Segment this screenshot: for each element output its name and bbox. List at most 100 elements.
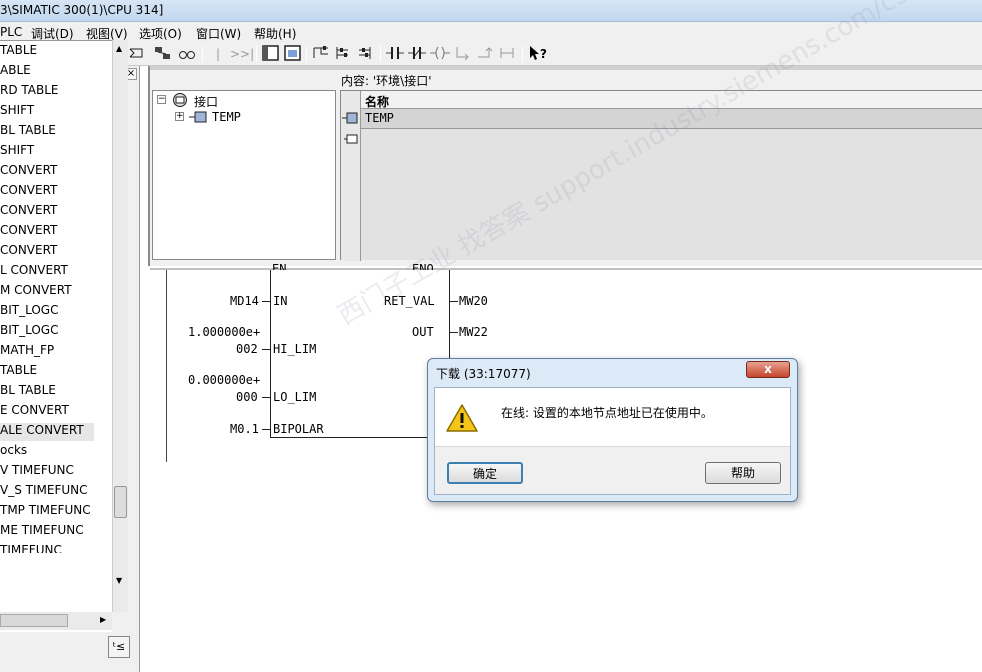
list-item[interactable]: ocks bbox=[0, 443, 27, 461]
interconnection-icon[interactable] bbox=[154, 45, 172, 63]
list-item[interactable]: ABLE bbox=[0, 63, 31, 81]
interface-tree: − 接口 + TEMP bbox=[152, 90, 336, 260]
close-branch-icon[interactable] bbox=[356, 45, 374, 63]
open-branch-icon[interactable] bbox=[334, 45, 352, 63]
toolbar-separator bbox=[522, 46, 523, 62]
box-connect-icon[interactable] bbox=[498, 45, 516, 63]
list-item[interactable]: TIMEFUNC bbox=[0, 543, 62, 553]
pin-en: EN bbox=[272, 262, 287, 270]
dialog-close-button[interactable]: x bbox=[746, 361, 790, 378]
operand-lo-lim-line2[interactable]: 000 bbox=[236, 390, 258, 404]
dialog-message: 在线: 设置的本地节点地址已在使用中。 bbox=[501, 406, 713, 420]
list-item[interactable]: BL TABLE bbox=[0, 123, 56, 141]
pin-in: IN bbox=[273, 294, 288, 308]
list-item[interactable]: E CONVERT bbox=[0, 403, 69, 421]
new-row-icon[interactable] bbox=[344, 133, 358, 148]
ok-button[interactable]: 确定 bbox=[447, 462, 523, 484]
scroll-down-arrow-icon[interactable]: ▼ bbox=[116, 576, 122, 585]
interface-icon bbox=[171, 92, 189, 111]
list-item[interactable]: CONVERT bbox=[0, 163, 57, 181]
tree-collapse-toggle[interactable]: − bbox=[157, 95, 166, 104]
dialog-body: 在线: 设置的本地节点地址已在使用中。 确定 帮助 bbox=[434, 387, 791, 495]
monitor-glasses-icon[interactable] bbox=[178, 45, 196, 63]
list-item[interactable]: V TIMEFUNC bbox=[0, 463, 74, 481]
operand-bipolar[interactable]: M0.1 bbox=[230, 422, 259, 436]
pin-line bbox=[450, 332, 458, 333]
list-item[interactable]: TABLE bbox=[0, 43, 37, 61]
operand-lo-lim-line1[interactable]: 0.000000e+ bbox=[188, 373, 260, 387]
warning-icon bbox=[445, 403, 479, 436]
list-item[interactable]: CONVERT bbox=[0, 223, 57, 241]
list-item[interactable]: TMP TIMEFUNC bbox=[0, 503, 91, 521]
overview-toggle-icon[interactable]: ᵗ≤ bbox=[108, 636, 130, 658]
operand-hi-lim-line1[interactable]: 1.000000e+ bbox=[188, 325, 260, 339]
operand-in[interactable]: MD14 bbox=[230, 294, 259, 308]
menu-options[interactable]: 选项(O) bbox=[139, 25, 182, 42]
toolbar-separator bbox=[306, 46, 307, 62]
dialog-footer: 确定 帮助 bbox=[435, 446, 790, 494]
left-list-vertical-scrollbar[interactable]: ▲ ▼ bbox=[112, 40, 128, 612]
list-item[interactable]: MATH_FP bbox=[0, 343, 54, 361]
scroll-right-arrow-icon[interactable]: ▶ bbox=[100, 615, 106, 624]
menu-plc[interactable]: PLC bbox=[0, 25, 22, 39]
list-item[interactable]: V_S TIMEFUNC bbox=[0, 483, 88, 501]
operand-ret-val[interactable]: MW20 bbox=[459, 294, 488, 308]
normally-closed-contact-icon[interactable] bbox=[408, 45, 426, 63]
pin-line bbox=[262, 397, 270, 398]
list-item[interactable]: CONVERT bbox=[0, 183, 57, 201]
dialog-title: 下载 (33:17077) bbox=[436, 367, 531, 381]
list-item[interactable]: BIT_LOGC bbox=[0, 303, 58, 321]
branch-up-icon[interactable] bbox=[476, 45, 494, 63]
jump-icon[interactable] bbox=[454, 45, 472, 63]
normally-open-contact-icon[interactable] bbox=[386, 45, 404, 63]
toolbar-separator bbox=[380, 46, 381, 62]
details-view-icon[interactable] bbox=[284, 45, 302, 63]
operand-hi-lim-line2[interactable]: 002 bbox=[236, 342, 258, 356]
list-item[interactable]: M CONVERT bbox=[0, 283, 72, 301]
list-item[interactable]: BL TABLE bbox=[0, 383, 56, 401]
help-button[interactable]: 帮助 bbox=[705, 462, 781, 484]
temp-variable-icon bbox=[189, 110, 209, 127]
list-item[interactable]: RD TABLE bbox=[0, 83, 59, 101]
close-icon: x bbox=[764, 362, 772, 376]
toolbar-separator bbox=[202, 46, 203, 62]
pin-line bbox=[262, 429, 270, 430]
column-header-name[interactable]: 名称 bbox=[365, 93, 389, 110]
scrollbar-thumb[interactable] bbox=[114, 486, 127, 518]
scrollbar-thumb[interactable] bbox=[0, 614, 68, 627]
list-item[interactable]: TABLE bbox=[0, 363, 37, 381]
overview-icon[interactable] bbox=[262, 45, 280, 63]
menu-window[interactable]: 窗口(W) bbox=[196, 25, 241, 42]
splitter[interactable] bbox=[150, 66, 982, 70]
menu-help[interactable]: 帮助(H) bbox=[254, 25, 296, 42]
insert-network-icon[interactable] bbox=[128, 45, 146, 63]
window-title: 3\SIMATIC 300(1)\CPU 314] bbox=[0, 3, 164, 17]
list-item[interactable]: ME TIMEFUNC bbox=[0, 523, 84, 541]
go-first-button[interactable]: |<< bbox=[207, 45, 229, 79]
table-cell-name[interactable]: TEMP bbox=[365, 111, 394, 125]
go-last-button[interactable]: >>| bbox=[230, 45, 254, 63]
pin-bipolar: BIPOLAR bbox=[273, 422, 324, 436]
output-coil-icon[interactable] bbox=[430, 45, 450, 63]
list-item[interactable]: L CONVERT bbox=[0, 263, 68, 281]
content-path-label: 内容: '环境\接口' bbox=[341, 74, 432, 88]
list-item[interactable]: SHIFT bbox=[0, 103, 34, 121]
tree-child-label[interactable]: TEMP bbox=[212, 110, 241, 124]
operand-out[interactable]: MW22 bbox=[459, 325, 488, 339]
context-help-icon[interactable]: ? bbox=[528, 45, 548, 63]
list-item[interactable]: CONVERT bbox=[0, 203, 57, 221]
tree-expand-toggle[interactable]: + bbox=[175, 112, 184, 121]
branch-icon[interactable] bbox=[312, 45, 330, 63]
tree-root-label[interactable]: 接口 bbox=[194, 93, 218, 110]
list-item[interactable]: SHIFT bbox=[0, 143, 34, 161]
pin-out: OUT bbox=[412, 325, 434, 339]
list-item-selected[interactable]: ALE CONVERT bbox=[0, 423, 94, 441]
instruction-catalog-list[interactable]: TABLE ABLE RD TABLE SHIFT BL TABLE SHIFT… bbox=[0, 40, 112, 632]
list-item[interactable]: CONVERT bbox=[0, 243, 57, 261]
list-item[interactable]: BIT_LOGC bbox=[0, 323, 58, 341]
power-rail bbox=[166, 270, 167, 462]
left-list-horizontal-scrollbar[interactable]: ▶ bbox=[0, 612, 112, 630]
pin-lo-lim: LO_LIM bbox=[273, 390, 317, 404]
scroll-up-arrow-icon[interactable]: ▲ bbox=[116, 44, 122, 53]
download-error-dialog: 下载 (33:17077) x 在线: 设置的本地节点地址已在使用中。 确定 帮… bbox=[427, 358, 798, 502]
